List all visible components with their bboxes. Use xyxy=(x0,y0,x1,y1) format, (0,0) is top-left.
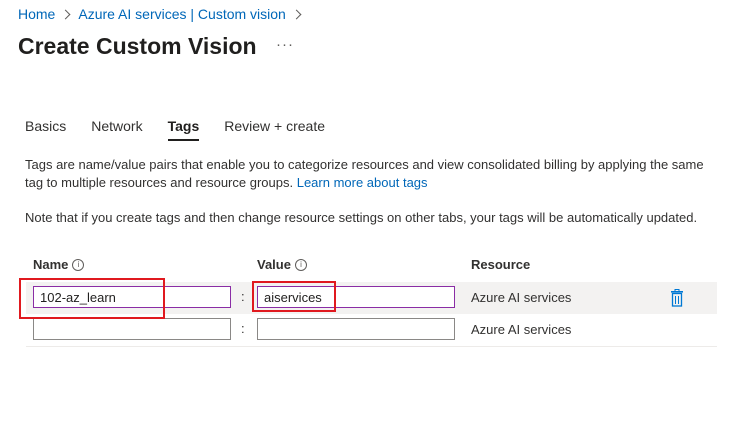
tags-description: Tags are name/value pairs that enable yo… xyxy=(25,156,725,192)
highlight-box xyxy=(252,281,336,312)
value-header-label: Value xyxy=(257,257,291,272)
name-value-separator: : xyxy=(241,289,245,304)
highlight-box xyxy=(19,278,165,319)
chevron-right-icon xyxy=(60,9,71,19)
resource-label: Azure AI services xyxy=(471,290,572,305)
page-title: Create Custom Vision xyxy=(18,33,257,59)
tag-name-input[interactable] xyxy=(33,318,231,340)
resource-column-header: Resource xyxy=(471,257,530,272)
name-header-label: Name xyxy=(33,257,69,272)
name-column-header: Name i xyxy=(33,257,85,272)
chevron-right-icon xyxy=(291,9,302,19)
breadcrumb-home-link[interactable]: Home xyxy=(18,6,55,22)
resource-label: Azure AI services xyxy=(471,322,572,337)
tab-bar: Basics Network Tags Review + create xyxy=(25,118,350,141)
info-icon[interactable]: i xyxy=(72,258,85,271)
info-icon[interactable]: i xyxy=(294,258,307,271)
tab-basics[interactable]: Basics xyxy=(25,118,66,141)
tab-tags[interactable]: Tags xyxy=(167,118,200,141)
tag-value-input[interactable] xyxy=(257,318,455,340)
resource-header-label: Resource xyxy=(471,257,531,272)
breadcrumb-service-link[interactable]: Azure AI services | Custom vision xyxy=(78,6,285,22)
tab-review-create[interactable]: Review + create xyxy=(224,118,325,141)
tab-network[interactable]: Network xyxy=(91,118,142,141)
trash-icon[interactable] xyxy=(670,289,684,307)
breadcrumb: Home Azure AI services | Custom vision xyxy=(18,6,309,22)
learn-more-tags-link[interactable]: Learn more about tags xyxy=(297,175,428,190)
tags-note: Note that if you create tags and then ch… xyxy=(25,210,698,225)
value-column-header: Value i xyxy=(257,257,307,272)
name-value-separator: : xyxy=(241,321,245,336)
more-options-button[interactable]: ··· xyxy=(276,36,294,53)
